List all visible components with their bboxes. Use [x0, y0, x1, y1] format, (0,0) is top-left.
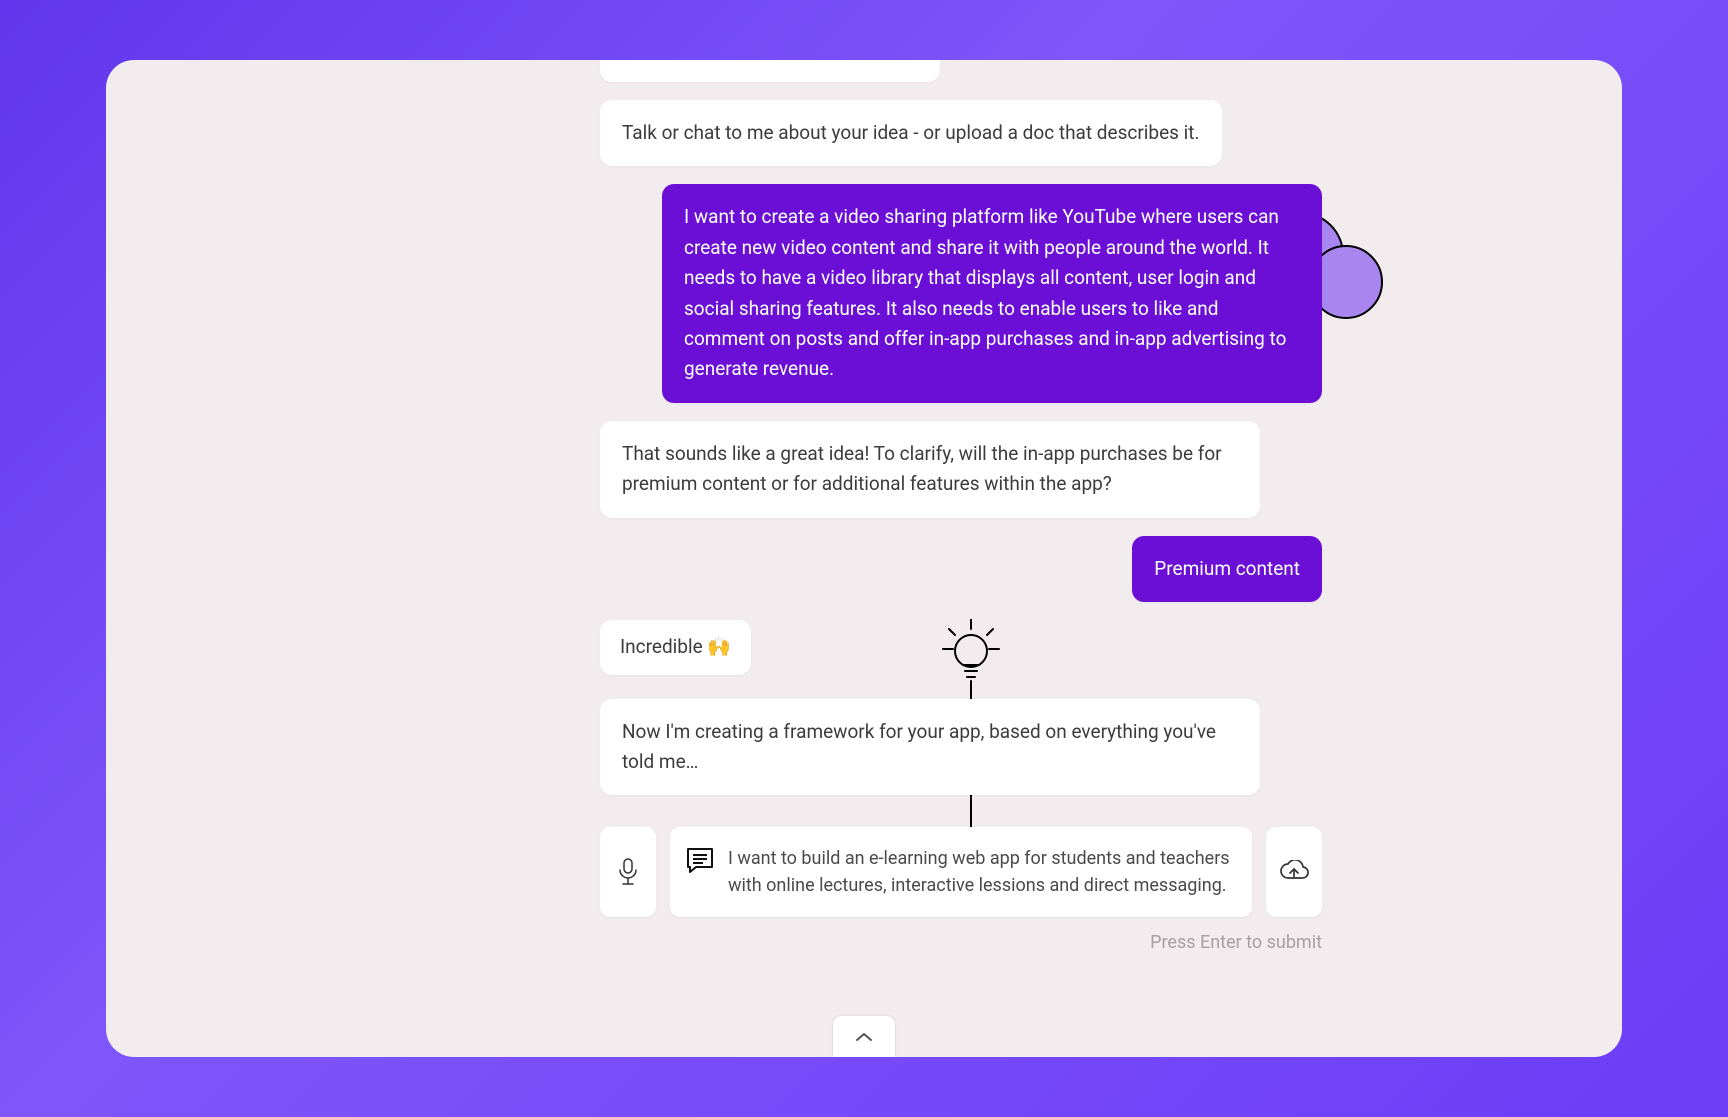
prev-message-partial: [600, 60, 940, 82]
collapse-button[interactable]: [832, 1015, 896, 1057]
message-text: Now I'm creating a framework for your ap…: [622, 720, 1216, 773]
message-text: That sounds like a great idea! To clarif…: [622, 442, 1222, 495]
chevron-up-icon: [855, 1031, 873, 1043]
chat-input[interactable]: I want to build an e-learning web app fo…: [670, 827, 1252, 917]
mic-button[interactable]: [600, 827, 656, 917]
cloud-upload-icon: [1279, 860, 1309, 884]
chat-input-text: I want to build an e-learning web app fo…: [728, 845, 1232, 899]
message-text: I want to create a video sharing platfor…: [684, 205, 1286, 380]
composer: I want to build an e-learning web app fo…: [600, 827, 1322, 917]
bot-message-intro: Talk or chat to me about your idea - or …: [600, 100, 1222, 166]
message-text: Talk or chat to me about your idea - or …: [622, 121, 1200, 144]
bot-message-react: Incredible 🙌: [600, 620, 751, 675]
mic-icon: [617, 857, 639, 887]
submit-hint: Press Enter to submit: [1150, 932, 1322, 953]
message-text: Premium content: [1154, 557, 1300, 580]
user-message-idea: I want to create a video sharing platfor…: [662, 184, 1322, 402]
upload-button[interactable]: [1266, 827, 1322, 917]
chat-icon: [686, 847, 714, 877]
bot-message-progress: Now I'm creating a framework for your ap…: [600, 699, 1260, 796]
bot-message-clarify: That sounds like a great idea! To clarif…: [600, 421, 1260, 518]
message-text: Incredible 🙌: [620, 635, 731, 658]
user-message-answer: Premium content: [1132, 536, 1322, 602]
page-background: Talk or chat to me about your idea - or …: [0, 0, 1728, 1117]
chat-card: Talk or chat to me about your idea - or …: [106, 60, 1622, 1057]
